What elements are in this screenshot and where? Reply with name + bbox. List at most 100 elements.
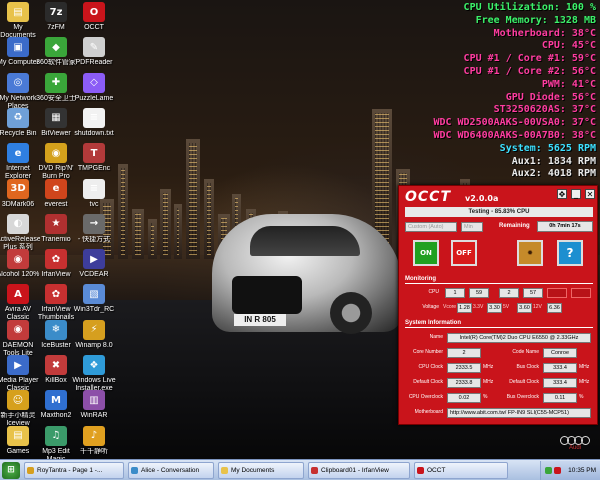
audi-wordmark: Audi bbox=[568, 445, 581, 451]
voltage-rail-label: Vcore bbox=[443, 304, 457, 310]
test-mode-select[interactable]: Custom (Auto) bbox=[405, 222, 457, 232]
task-app-icon bbox=[221, 467, 228, 474]
car-wallpaper-image: IN R 805 bbox=[212, 214, 402, 334]
task-label: My Documents bbox=[231, 467, 275, 474]
osd-line: CPU #1 / Core #1: 59°C bbox=[463, 53, 596, 65]
text-file-icon: ≡ bbox=[83, 107, 105, 128]
move-icon[interactable]: ✥ bbox=[557, 189, 567, 199]
osd-line: GPU Diode: 56°C bbox=[505, 91, 596, 103]
desktop-icon-label: Winamp 8.0 bbox=[75, 341, 113, 349]
settings-gear-icon[interactable]: ✹ bbox=[517, 240, 543, 266]
dvd-icon: ◉ bbox=[45, 143, 67, 164]
shortcut-icon: → bbox=[83, 213, 105, 234]
off-button[interactable]: OFF bbox=[451, 240, 477, 266]
code-name-field: Conroe bbox=[543, 348, 577, 358]
desktop-icon[interactable]: ▧ Win3Tdr_RC bbox=[72, 284, 116, 314]
cpu-clock-field: 2333.5 bbox=[447, 363, 481, 373]
tray-occt-icon[interactable] bbox=[554, 467, 561, 474]
motherboard-field: http://www.abit.com.tw/ FP-IN9 SLI(C55-M… bbox=[447, 408, 591, 418]
3dmark-icon: 3D bbox=[7, 178, 29, 199]
desktop-icon[interactable]: ⚡ Winamp 8.0 bbox=[72, 319, 116, 350]
osd-line: ST3250620AS: 37°C bbox=[493, 104, 596, 116]
cpu-overclock-field: 0.02 bbox=[447, 393, 481, 403]
remaining-label: Remaining bbox=[499, 223, 530, 229]
minimize-button[interactable]: _ bbox=[571, 189, 581, 199]
osd-line: Aux2: 4018 RPM bbox=[511, 168, 596, 180]
desktop-icon[interactable]: ❖ Windows Live Installer.exe bbox=[72, 355, 116, 393]
desktop-icon[interactable]: T TMPGEnc bbox=[72, 143, 116, 173]
default-clock-field: 2333.8 bbox=[447, 378, 481, 388]
skyline-building bbox=[186, 139, 200, 259]
car-windshield bbox=[250, 226, 360, 256]
desktop-icon[interactable]: ✎ PDFReader bbox=[72, 37, 116, 67]
avira-icon: A bbox=[7, 284, 29, 305]
taskbar-task-button[interactable]: OCCT bbox=[414, 462, 508, 479]
osd-line: Free Memory: 1328 MB bbox=[475, 14, 596, 26]
osd-line: WDC WD2500AAKS-00VSA0: 37°C bbox=[433, 117, 596, 129]
duration-unit-select[interactable]: Min bbox=[461, 222, 483, 232]
taskbar-task-button[interactable]: My Documents bbox=[218, 462, 304, 479]
car-wheel bbox=[330, 292, 372, 334]
desktop-icon[interactable]: ≡ tvc bbox=[72, 178, 116, 209]
osd-line: Aux1: 1834 RPM bbox=[511, 155, 596, 167]
bitviewer-icon: ▦ bbox=[45, 107, 67, 128]
default-clock-label: Default Clock bbox=[413, 379, 443, 385]
clock[interactable]: 10:35 PM bbox=[568, 467, 596, 474]
win3tdr-icon: ▧ bbox=[83, 284, 105, 305]
code-name-label: Code Name bbox=[512, 349, 539, 355]
start-button[interactable]: ⊞ bbox=[2, 462, 20, 479]
tvc-file-icon: ≡ bbox=[83, 178, 105, 199]
default-clock-unit: MHz bbox=[483, 379, 494, 385]
winamp-icon: ⚡ bbox=[83, 319, 105, 340]
car-grille bbox=[232, 276, 302, 314]
desktop-icon[interactable]: ▶ VCDEAR bbox=[72, 249, 116, 279]
pdf-reader-icon: ✎ bbox=[83, 37, 105, 58]
osd-line: CPU Utilization: 100 % bbox=[463, 2, 596, 13]
everest-icon: e bbox=[45, 178, 67, 199]
tmpgenc-icon: T bbox=[83, 143, 105, 164]
osd-line: CPU: 45°C bbox=[541, 40, 596, 52]
cpu-monitor-field: 57 bbox=[523, 288, 543, 298]
bus-overclock-field: 0.11 bbox=[543, 393, 577, 403]
cpu-monitor-field: 59 bbox=[469, 288, 489, 298]
help-icon[interactable]: ? bbox=[557, 240, 583, 266]
ie-icon: e bbox=[7, 143, 29, 164]
cpu-overclock-label: CPU Overclock bbox=[408, 394, 443, 400]
desktop-icon-label: shutdown.txt bbox=[74, 129, 114, 137]
desktop-icon[interactable]: → - 快捷方式 bbox=[72, 213, 116, 244]
icebuster-icon: ❄ bbox=[45, 319, 67, 340]
occt-logo: OCCT bbox=[405, 189, 451, 205]
tray-shield-icon[interactable] bbox=[545, 467, 552, 474]
close-button[interactable]: ✕ bbox=[585, 189, 595, 199]
osd-line: WDC WD6400AAKS-00A7B0: 38°C bbox=[433, 129, 596, 141]
taskbar-task-button[interactable]: Alice - Conversation bbox=[128, 462, 214, 479]
voltage-value-field: 3.30 bbox=[487, 303, 502, 313]
desktop-icon-label: PuzzleLame bbox=[74, 94, 114, 102]
software-manager-icon: ◆ bbox=[45, 37, 67, 58]
occt-window[interactable]: OCCT v2.0.0a ✥ _ ✕ Testing - 85.83% CPU … bbox=[398, 185, 598, 425]
desktop-icon-label: tvc bbox=[89, 200, 99, 208]
task-app-icon bbox=[417, 467, 424, 474]
voltage-rail-label: 5V bbox=[503, 304, 510, 310]
desktop-icon[interactable]: ♪ 千千静听 bbox=[72, 425, 116, 456]
desktop-icon[interactable]: O OCCT bbox=[72, 2, 116, 32]
on-button[interactable]: ON bbox=[413, 240, 439, 266]
desktop-icon[interactable]: ◇ PuzzleLame bbox=[72, 72, 116, 103]
occt-version: v2.0.0a bbox=[465, 194, 499, 203]
audi-logo: Audi bbox=[560, 436, 590, 456]
security-guard-icon: ✚ bbox=[45, 72, 67, 93]
taskbar-task-button[interactable]: Clipboard01 - IrfanView bbox=[308, 462, 410, 479]
desktop-icon[interactable]: ▥ WinRAR bbox=[72, 390, 116, 420]
desktop-icon-label: OCCT bbox=[84, 24, 104, 31]
core-number-label: Core Number bbox=[412, 349, 443, 355]
skyline-building bbox=[160, 189, 171, 259]
daemon-tools-icon: ◉ bbox=[7, 319, 29, 340]
desktop-icon[interactable]: ≡ shutdown.txt bbox=[72, 107, 116, 138]
cpu-monitor-field: 2 bbox=[499, 288, 519, 298]
winrar-icon: ▥ bbox=[83, 390, 105, 411]
default-bus-clock-unit: MHz bbox=[579, 379, 590, 385]
taskbar-task-button[interactable]: RoyTantra - Page 1 -... bbox=[24, 462, 124, 479]
core-number-field: 2 bbox=[447, 348, 481, 358]
desktop-icon-label: PDFReader bbox=[75, 59, 113, 67]
voltage-value-field: 1.28 bbox=[457, 303, 472, 313]
